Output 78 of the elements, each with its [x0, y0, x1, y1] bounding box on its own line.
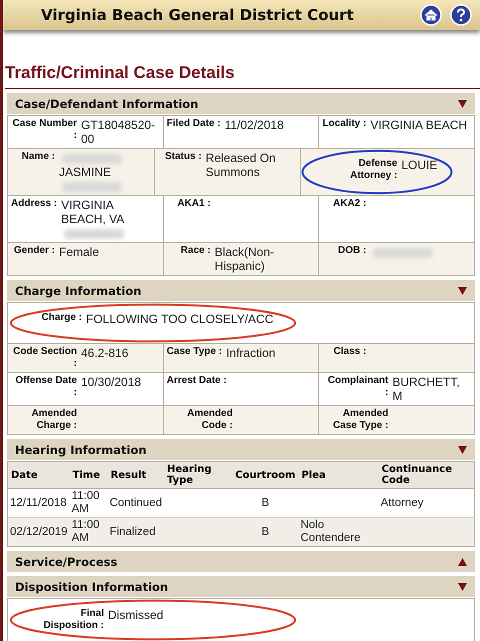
section-title: Case/Defendant Information: [15, 96, 198, 110]
section-title: Service/Process: [15, 554, 118, 568]
field-value: VIRGINIA BEACH: [370, 118, 468, 132]
field-value: VIRGINIA BEACH, VA: [61, 198, 124, 226]
expand-down-icon[interactable]: [458, 446, 467, 454]
column-header: Plea: [298, 462, 379, 488]
field-value: Released On Summons: [206, 151, 276, 179]
field-label: Gender :: [12, 245, 55, 258]
home-icon[interactable]: [420, 4, 442, 26]
section-header[interactable]: Hearing Information: [7, 439, 475, 460]
field-value: GT18048520-00: [81, 118, 156, 146]
field-value: Female: [59, 245, 100, 259]
column-header: Courtroom: [232, 462, 298, 488]
column-header: Date: [8, 462, 70, 488]
section-title: Charge Information: [15, 284, 142, 298]
table-cell: 11:00 AM: [72, 490, 100, 515]
table-cell: 12/11/2018: [10, 496, 67, 508]
field-label: Code Section :: [12, 346, 77, 370]
expand-down-icon[interactable]: [458, 286, 467, 294]
field-value: JASMINE: [59, 165, 112, 179]
field-value: FOLLOWING TOO CLOSELY/ACC: [86, 312, 274, 326]
column-header: Result: [108, 462, 164, 488]
field-value: 46.2-816: [81, 346, 128, 360]
field-label: Amended Code :: [186, 408, 233, 432]
field-label: Charge :: [40, 312, 82, 325]
redaction-blur: [62, 182, 122, 192]
column-header: Hearing Type: [164, 462, 232, 488]
field-label: Status :: [164, 151, 202, 164]
field-value: 11/02/2018: [224, 118, 284, 132]
field-label: AKA2 :: [332, 198, 366, 211]
field-label: Race :: [180, 245, 211, 258]
column-header: Time: [70, 462, 108, 488]
table-cell: B: [262, 496, 270, 508]
redaction-blur: [64, 228, 124, 239]
table-cell: Nolo Contendere: [300, 519, 361, 544]
field-label: Locality :: [322, 118, 366, 131]
redaction-blur: [62, 154, 122, 164]
table-cell: Attorney: [380, 496, 424, 508]
section-header[interactable]: Service/Process: [7, 551, 475, 572]
field-value: Infraction: [226, 346, 276, 360]
column-header: Continuance Code: [378, 462, 474, 488]
expand-down-icon[interactable]: [458, 100, 467, 108]
table-cell: Continued: [110, 496, 162, 508]
expand-down-icon[interactable]: [458, 582, 467, 590]
help-icon[interactable]: [450, 4, 472, 26]
field-value: Dismissed: [108, 608, 164, 622]
field-label: Offense Date :: [14, 375, 77, 400]
field-label: Case Type :: [166, 346, 222, 359]
field-label: DOB :: [337, 245, 366, 258]
field-label: Amended Charge :: [30, 408, 77, 432]
field-label: Name :: [20, 151, 55, 164]
field-label: Class :: [332, 346, 366, 359]
field-label: Final Disposition :: [42, 608, 104, 632]
field-value: LOUIE: [401, 158, 438, 172]
field-label: Amended Case Type :: [332, 408, 388, 432]
section-title: Disposition Information: [15, 580, 168, 594]
field-label: Defense Attorney :: [349, 158, 398, 183]
table-cell: B: [262, 526, 270, 538]
collapse-up-icon[interactable]: [458, 558, 467, 566]
section-header[interactable]: Disposition Information: [7, 576, 475, 597]
field-label: AKA1 :: [176, 198, 211, 211]
page-title: Traffic/Criminal Case Details: [5, 63, 480, 89]
section-title: Hearing Information: [15, 442, 147, 456]
court-title: Virginia Beach General District Court: [41, 6, 354, 24]
section-header[interactable]: Charge Information: [7, 280, 475, 301]
table-cell: 02/12/2019: [10, 526, 68, 538]
table-cell: Finalized: [110, 526, 156, 538]
table-cell: 11:00 AM: [72, 519, 100, 544]
field-label: Case Number :: [12, 118, 77, 143]
field-label: Complainant :: [326, 375, 388, 400]
redaction-blur: [373, 248, 434, 258]
field-value: Black(Non-Hispanic): [214, 245, 274, 273]
field-label: Address :: [11, 198, 58, 211]
field-value: BURCHETT, M: [392, 375, 460, 403]
field-label: Filed Date :: [166, 118, 221, 131]
field-value: 10/30/2018: [81, 375, 142, 389]
field-label: Arrest Date :: [166, 375, 227, 388]
section-header[interactable]: Case/Defendant Information: [7, 93, 475, 114]
